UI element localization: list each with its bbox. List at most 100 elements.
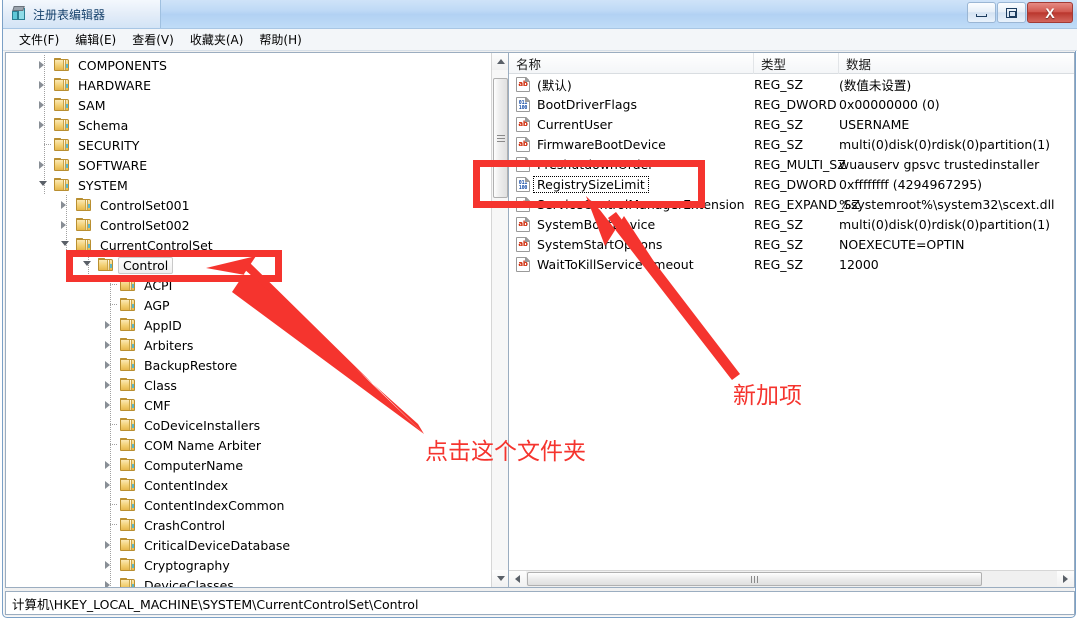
scroll-right-button[interactable]	[1057, 571, 1074, 587]
value-row[interactable]: ab FirmwareBootDevice REG_SZ multi(0)disk(0…	[509, 134, 1074, 154]
column-header-name[interactable]: 名称	[509, 53, 754, 74]
folder-icon	[120, 558, 137, 572]
folder-icon	[120, 338, 137, 352]
column-header-data[interactable]: 数据	[839, 53, 1074, 74]
expand-arrow-icon[interactable]	[102, 315, 120, 335]
menu-favorites[interactable]: 收藏夹(A)	[182, 29, 252, 50]
list-hscroll-thumb[interactable]	[527, 572, 982, 586]
value-row[interactable]: ab (默认) REG_SZ (数值未设置)	[509, 74, 1074, 94]
expand-arrow-icon[interactable]	[102, 575, 120, 587]
tree-scroll-thumb[interactable]	[493, 78, 508, 198]
tree-item-deviceclasses[interactable]: DeviceClasses	[6, 575, 488, 587]
tree-item-acpi[interactable]: ACPI	[6, 275, 488, 295]
value-data: %systemroot%\system32\scext.dll	[839, 196, 1055, 212]
scroll-down-button[interactable]	[492, 570, 508, 587]
tree-item-cryptography[interactable]: Cryptography	[6, 555, 488, 575]
tree-item-cmf[interactable]: CMF	[6, 395, 488, 415]
scroll-left-button[interactable]	[509, 571, 526, 587]
tree-item-codeviceinstallers[interactable]: CoDeviceInstallers	[6, 415, 488, 435]
tree-item-label: SYSTEM	[78, 177, 128, 193]
tree-item-contentindexcommon[interactable]: ContentIndexCommon	[6, 495, 488, 515]
value-row[interactable]: ab SystemStartOptions REG_SZ NOEXECUTE=OPT…	[509, 234, 1074, 254]
registry-values-pane[interactable]: 名称 类型 数据 ab (默认) REG_SZ (数值未设置) 011 100 BootDr…	[508, 52, 1075, 588]
tree-item-contentindex[interactable]: ContentIndex	[6, 475, 488, 495]
value-row[interactable]: ab PreshutdownOrder REG_MULTI_SZ wuauserv g…	[509, 154, 1074, 174]
collapse-arrow-icon[interactable]	[58, 235, 76, 255]
expand-arrow-icon[interactable]	[102, 395, 120, 415]
menu-bar: 文件(F) 编辑(E) 查看(V) 收藏夹(A) 帮助(H)	[3, 29, 1077, 51]
value-row[interactable]: ab SystemBootDevice REG_SZ multi(0)disk(0)r…	[509, 214, 1074, 234]
value-row[interactable]: 011 100 RegistrySizeLimit REG_DWORD 0xffffff…	[509, 174, 1074, 194]
tree-item-controlset001[interactable]: ControlSet001	[6, 195, 488, 215]
expand-arrow-icon[interactable]	[36, 155, 54, 175]
menu-edit[interactable]: 编辑(E)	[67, 29, 124, 50]
expand-arrow-icon[interactable]	[102, 335, 120, 355]
expand-arrow-icon[interactable]	[102, 375, 120, 395]
tree-vertical-scrollbar[interactable]	[491, 53, 508, 587]
expand-arrow-icon[interactable]	[58, 215, 76, 235]
tree-item-crashcontrol[interactable]: CrashControl	[6, 515, 488, 535]
maximize-button[interactable]	[997, 2, 1026, 23]
tree-item-components[interactable]: COMPONENTS	[6, 55, 488, 75]
registry-editor-screenshot: 注册表编辑器 X 文件(F) 编辑(E) 查看(V) 收藏夹(A) 帮助(H)	[0, 0, 1080, 622]
menu-help[interactable]: 帮助(H)	[251, 29, 309, 50]
values-horizontal-scrollbar[interactable]	[509, 570, 1074, 587]
expand-arrow-icon[interactable]	[36, 55, 54, 75]
expand-arrow-icon[interactable]	[58, 195, 76, 215]
tree-item-schema[interactable]: Schema	[6, 115, 488, 135]
tree-item-arbiters[interactable]: Arbiters	[6, 335, 488, 355]
collapse-arrow-icon[interactable]	[80, 255, 98, 275]
string-value-icon: ab	[516, 76, 530, 92]
tree-item-appid[interactable]: AppID	[6, 315, 488, 335]
tree-item-com-name-arbiter[interactable]: COM Name Arbiter	[6, 435, 488, 455]
folder-icon	[120, 418, 137, 432]
tree-item-system[interactable]: SYSTEM	[6, 175, 488, 195]
value-type: REG_DWORD	[754, 96, 837, 112]
tree-item-security[interactable]: SECURITY	[6, 135, 488, 155]
value-row[interactable]: ab ServiceControlManagerExtension REG_EXPA…	[509, 194, 1074, 214]
expand-arrow-icon[interactable]	[102, 355, 120, 375]
string-value-icon: ab	[516, 236, 530, 252]
scroll-up-button[interactable]	[492, 53, 508, 70]
tree-item-class[interactable]: Class	[6, 375, 488, 395]
tree-scroll-track[interactable]	[492, 70, 508, 570]
registry-tree-pane[interactable]: COMPONENTS HARDWARE SAM Schema SECURITY SOFTW…	[5, 52, 508, 588]
tree-item-label: SECURITY	[78, 137, 140, 153]
folder-icon	[98, 258, 115, 272]
tree-item-label: SOFTWARE	[78, 157, 148, 173]
value-row[interactable]: ab WaitToKillServiceTimeout REG_SZ 12000	[509, 254, 1074, 274]
collapse-arrow-icon[interactable]	[36, 175, 54, 195]
tree-item-label: ContentIndexCommon	[144, 497, 285, 513]
folder-icon	[120, 298, 137, 312]
minimize-button[interactable]	[967, 2, 996, 23]
tree-item-sam[interactable]: SAM	[6, 95, 488, 115]
tree-item-agp[interactable]: AGP	[6, 295, 488, 315]
expand-arrow-icon[interactable]	[36, 115, 54, 135]
tree-item-control[interactable]: Control	[6, 255, 488, 275]
expand-arrow-icon[interactable]	[102, 475, 120, 495]
expand-arrow-icon[interactable]	[36, 75, 54, 95]
tree-item-hardware[interactable]: HARDWARE	[6, 75, 488, 95]
tree-item-label: CrashControl	[144, 517, 226, 533]
expand-arrow-icon[interactable]	[102, 535, 120, 555]
expand-arrow-icon[interactable]	[36, 95, 54, 115]
tree-item-currentcontrolset[interactable]: CurrentControlSet	[6, 235, 488, 255]
registry-path: 计算机\HKEY_LOCAL_MACHINE\SYSTEM\CurrentCon…	[12, 596, 419, 612]
value-row[interactable]: ab CurrentUser REG_SZ USERNAME	[509, 114, 1074, 134]
tree-item-criticaldevicedatabase[interactable]: CriticalDeviceDatabase	[6, 535, 488, 555]
tree-item-controlset002[interactable]: ControlSet002	[6, 215, 488, 235]
menu-view[interactable]: 查看(V)	[124, 29, 182, 50]
expand-arrow-icon[interactable]	[102, 455, 120, 475]
close-button[interactable]: X	[1027, 2, 1073, 23]
tree-item-software[interactable]: SOFTWARE	[6, 155, 488, 175]
column-header-type[interactable]: 类型	[754, 53, 839, 74]
value-row[interactable]: 011 100 BootDriverFlags REG_DWORD 0x00000000…	[509, 94, 1074, 114]
tree-item-computername[interactable]: ComputerName	[6, 455, 488, 475]
value-name: RegistrySizeLimit	[533, 175, 649, 193]
tree-item-label: Arbiters	[144, 337, 194, 353]
menu-file[interactable]: 文件(F)	[11, 29, 67, 50]
values-column-header: 名称 类型 数据	[509, 53, 1074, 74]
tree-item-backuprestore[interactable]: BackupRestore	[6, 355, 488, 375]
expand-arrow-icon[interactable]	[102, 555, 120, 575]
folder-icon	[76, 218, 93, 232]
